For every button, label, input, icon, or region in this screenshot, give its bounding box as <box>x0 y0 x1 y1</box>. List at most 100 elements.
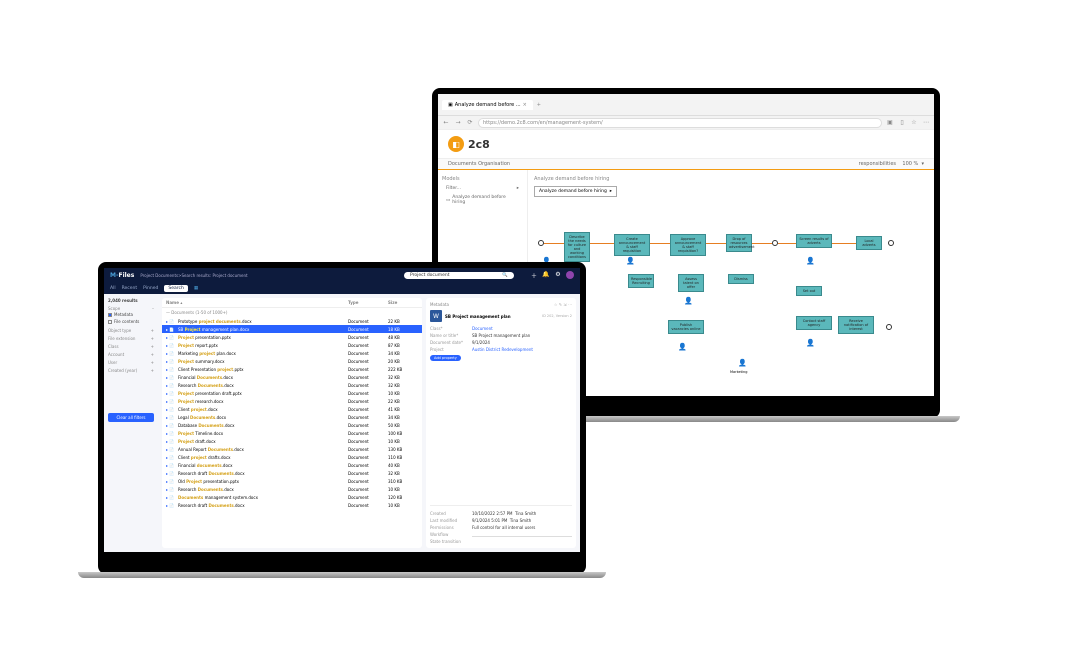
process-node[interactable]: Contact staff agency <box>796 316 832 330</box>
user-avatar[interactable] <box>566 271 574 279</box>
table-row[interactable]: ▸ 📄Client project drafts.docxDocument110… <box>162 453 422 461</box>
process-node[interactable]: Set out <box>796 286 822 296</box>
table-row[interactable]: ▸ 📄Project research.docxDocument22 KB <box>162 397 422 405</box>
field-value: 9/1/2024 5:01 PM Tina Smith <box>472 518 531 523</box>
table-row[interactable]: ▸ 📄Project presentation.pptxDocument48 K… <box>162 333 422 341</box>
menu-icon[interactable]: ⋯ <box>922 119 930 126</box>
sidebar-item[interactable]: ▭ Analyze demand before hiring <box>442 193 523 207</box>
end-node[interactable] <box>888 240 894 246</box>
process-node[interactable]: Responsible Recruiting <box>628 274 654 288</box>
facet-created-year[interactable]: Created (year)+ <box>108 368 154 373</box>
chevron-down-icon[interactable]: ▾ <box>921 161 924 167</box>
reload-icon[interactable]: ⟳ <box>466 119 474 126</box>
tab-search[interactable]: Search <box>164 285 187 292</box>
file-size: 32 KB <box>388 471 418 476</box>
forward-icon[interactable]: → <box>454 119 462 126</box>
table-row[interactable]: ▸ 📄Research draft Documents.docxDocument… <box>162 501 422 509</box>
back-icon[interactable]: ← <box>442 119 450 126</box>
file-type: Document <box>348 503 388 508</box>
process-node[interactable]: Drop of resources advertisement <box>726 234 752 252</box>
toolbar-label[interactable]: responsibilities <box>859 161 896 167</box>
process-node[interactable]: Receive notification of interest <box>838 316 874 334</box>
facet-object-type[interactable]: Object type+ <box>108 328 154 333</box>
table-row[interactable]: ▸ 📄Financial Documents.docxDocument32 KB <box>162 373 422 381</box>
table-row[interactable]: ▸ 📄Project summary.docxDocument20 KB <box>162 357 422 365</box>
diagram-start-box[interactable]: Analyze demand before hiring ▸ <box>534 186 617 197</box>
table-row[interactable]: ▸ 📄Marketing project plan.docxDocument34… <box>162 349 422 357</box>
facet-option[interactable]: Metadata <box>108 311 154 318</box>
col-type[interactable]: Type <box>348 300 388 305</box>
tab-pinned[interactable]: Pinned <box>143 286 158 291</box>
process-node[interactable]: Publish vacancies online <box>668 320 704 334</box>
table-row[interactable]: ▸ 📄Legal Documents.docxDocument34 KB <box>162 413 422 421</box>
file-type: Document <box>348 495 388 500</box>
end-node[interactable] <box>886 324 892 330</box>
table-row[interactable]: ▸ 📄Project report.pptxDocument87 KB <box>162 341 422 349</box>
clear-filters-button[interactable]: Clear all filters <box>108 413 154 422</box>
facet-user[interactable]: User+ <box>108 360 154 365</box>
decision-node[interactable]: Approve announcement & staff requisition… <box>670 234 706 256</box>
extension-icon[interactable]: ▯ <box>898 119 906 126</box>
field-label: Workflow <box>430 532 472 537</box>
result-count: 2,040 results <box>108 298 154 303</box>
file-size: 34 KB <box>388 351 418 356</box>
field-value[interactable]: SB Project management plan <box>472 333 572 338</box>
table-row[interactable]: ▸ 📄Annual Report Documents.docxDocument1… <box>162 445 422 453</box>
col-name[interactable]: Name ▴ <box>166 300 348 305</box>
process-node[interactable]: Screen results of adverts <box>796 234 832 248</box>
field-value[interactable]: Document <box>472 326 572 331</box>
gear-icon[interactable]: ⚙ <box>554 271 562 280</box>
process-node[interactable]: Local adverts <box>856 236 882 250</box>
table-row[interactable]: ▸ 📄Project Timeline.docxDocument100 KB <box>162 429 422 437</box>
table-row[interactable]: ▸ 📄Financial documents.docxDocument40 KB <box>162 461 422 469</box>
facet-account[interactable]: Account+ <box>108 352 154 357</box>
field-value[interactable] <box>472 532 572 537</box>
table-row[interactable]: ▸ 📄Documents management system.docxDocum… <box>162 493 422 501</box>
process-node[interactable]: Create announcement & staff requisition <box>614 234 650 256</box>
close-tab-icon[interactable]: × <box>523 102 527 108</box>
add-icon[interactable]: ＋ <box>530 271 538 280</box>
panel-actions[interactable]: ☆ ✎ ⇲ ⋯ <box>554 302 572 307</box>
table-row[interactable]: ▸ 📄SB Project management plan.docxDocume… <box>162 325 422 333</box>
new-tab-icon[interactable]: + <box>537 102 541 108</box>
breadcrumb[interactable]: Documents Organisation <box>448 161 510 167</box>
chevron-icon: ▸ 📄 <box>166 463 178 468</box>
diagram-canvas[interactable]: Analyze demand before hiring Analyze dem… <box>528 170 934 396</box>
facet-file-ext[interactable]: File extension+ <box>108 336 154 341</box>
file-type: Document <box>348 343 388 348</box>
zoom-level[interactable]: 100 % <box>902 161 918 167</box>
extension-icon[interactable]: ▣ <box>886 119 894 126</box>
table-row[interactable]: ▸ 📄Research Documents.docxDocument32 KB <box>162 381 422 389</box>
col-size[interactable]: Size <box>388 300 418 305</box>
process-node[interactable]: Assess talent on offer <box>678 274 704 292</box>
table-row[interactable]: ▸ 📄Research draft Documents.docxDocument… <box>162 469 422 477</box>
table-row[interactable]: ▸ 📄Prototype project documents.docxDocum… <box>162 317 422 325</box>
table-row[interactable]: ▸ 📄Old Project presentation.pptxDocument… <box>162 477 422 485</box>
search-input[interactable]: Project document 🔍 <box>404 272 514 279</box>
tab-recent[interactable]: Recent <box>122 286 138 291</box>
person-icon: 👤 <box>678 344 686 352</box>
extension-icon[interactable]: ☆ <box>910 119 918 126</box>
field-value[interactable]: 9/1/2024 <box>472 340 572 345</box>
browser-tab[interactable]: ▣ Analyze demand before ... × <box>442 100 533 110</box>
facet-option[interactable]: File contents <box>108 318 154 325</box>
table-row[interactable]: ▸ 📄Project draft.docxDocument10 KB <box>162 437 422 445</box>
process-node[interactable]: Describe the needs for culture and worki… <box>564 232 590 262</box>
table-row[interactable]: ▸ 📄Client project.docxDocument41 KB <box>162 405 422 413</box>
facet-class[interactable]: Class+ <box>108 344 154 349</box>
table-row[interactable]: ▸ 📄Project presentation draft.pptxDocume… <box>162 389 422 397</box>
tab-all[interactable]: All <box>110 286 116 291</box>
url-input[interactable]: https://demo.2c8.com/en/management-syste… <box>478 118 882 128</box>
filter-icon[interactable]: ▦ <box>194 286 198 291</box>
filter-input[interactable]: Filter...▸ <box>442 184 523 193</box>
breadcrumb[interactable]: Project Documents>Search results: Projec… <box>140 273 247 278</box>
field-value[interactable]: Full control for all internal users <box>472 525 535 530</box>
table-row[interactable]: ▸ 📄Client Presentation project.pptxDocum… <box>162 365 422 373</box>
process-node[interactable]: Dismiss <box>728 274 754 284</box>
search-icon[interactable]: 🔍 <box>502 273 508 278</box>
table-row[interactable]: ▸ 📄Database Documents.docxDocument50 KB <box>162 421 422 429</box>
table-row[interactable]: ▸ 📄Research Documents.docxDocument10 KB <box>162 485 422 493</box>
group-header[interactable]: — Documents (1-50 of 1000+) <box>162 308 422 317</box>
bell-icon[interactable]: 🔔 <box>542 271 550 280</box>
laptop-mfiles: M-Files Project Documents>Search results… <box>98 262 586 574</box>
